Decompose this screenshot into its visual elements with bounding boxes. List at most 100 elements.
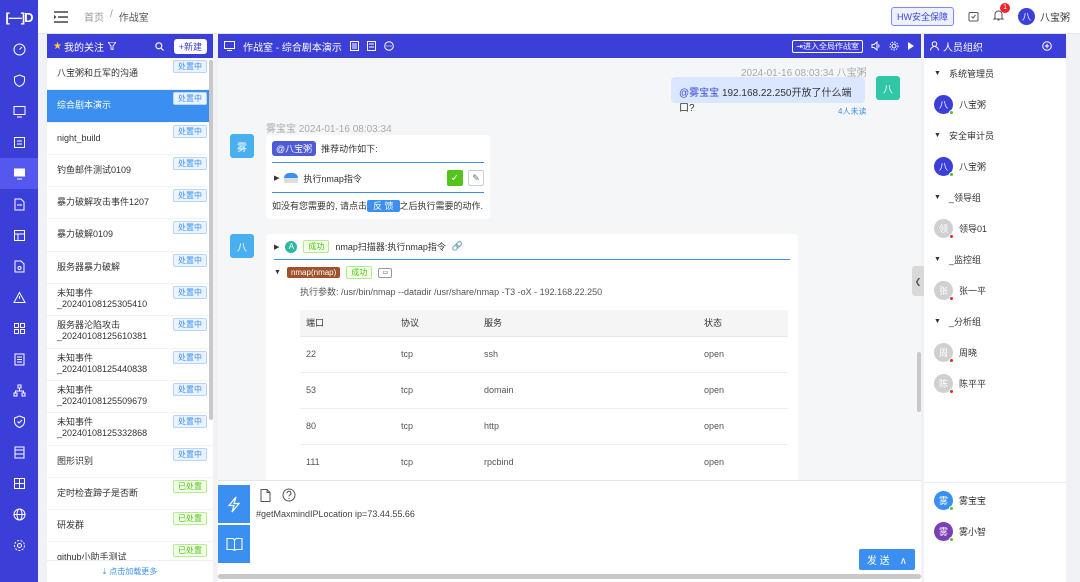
nav-item-settings[interactable]	[0, 530, 38, 561]
list-item[interactable]: 综合剧本演示 处置中	[47, 90, 213, 123]
collapse-panel-button[interactable]: ❮	[912, 266, 924, 296]
expand-arrow-icon[interactable]: ▶	[274, 243, 279, 251]
org-group[interactable]: ▼ _领导组	[924, 182, 1066, 213]
org-group[interactable]: ▼ 安全审计员	[924, 120, 1066, 151]
edit-icon[interactable]: ✎	[468, 170, 484, 186]
message-icon[interactable]: ▭	[378, 267, 393, 278]
member-item[interactable]: 陈 陈平平	[924, 368, 1066, 399]
member-item[interactable]: 八 八宝粥	[924, 89, 1066, 120]
task-check-icon[interactable]	[968, 11, 979, 22]
play-icon[interactable]	[907, 41, 915, 51]
list-item[interactable]: github小助手测试 已处置	[47, 542, 213, 560]
filter-icon[interactable]	[107, 42, 116, 50]
status-badge: 处置中	[173, 221, 207, 235]
org-group[interactable]: ▼ _分析组	[924, 306, 1066, 337]
volume-icon[interactable]	[871, 41, 881, 51]
chat-bubble-icon[interactable]	[384, 41, 394, 51]
lightning-icon	[227, 496, 241, 512]
nav-item-book[interactable]	[0, 437, 38, 468]
add-circle-icon[interactable]	[1042, 41, 1052, 51]
menu-toggle-icon[interactable]	[54, 10, 68, 23]
app-logo[interactable]: [—]D	[0, 0, 38, 34]
list-item[interactable]: 研发群 已处置	[47, 510, 213, 543]
list-item[interactable]: 暴力破解0109 处置中	[47, 219, 213, 252]
list-item[interactable]: 图形识别 处置中	[47, 446, 213, 478]
table-row: 22 tcp ssh open	[300, 336, 788, 373]
file-icon[interactable]	[260, 489, 271, 502]
list-item[interactable]: 未知事件_20240108125332868 处置中	[47, 413, 213, 446]
unread-count[interactable]: 4人未读	[838, 106, 866, 117]
nav-item-report[interactable]	[0, 344, 38, 375]
member-item[interactable]: 张 张一平	[924, 275, 1066, 306]
sender-avatar[interactable]: 八	[230, 234, 254, 258]
list-item[interactable]: night_build 处置中	[47, 123, 213, 155]
nav-item-globe[interactable]	[0, 499, 38, 530]
member-item[interactable]: 周 周晓	[924, 337, 1066, 368]
user-name[interactable]: 八宝粥	[1040, 9, 1070, 24]
caret-down-icon: ▼	[934, 132, 941, 139]
list-item[interactable]: 未知事件_20240108125440838 处置中	[47, 349, 213, 381]
member-item[interactable]: 雾 雾宝宝	[924, 485, 1066, 516]
org-group[interactable]: ▼ _监控组	[924, 244, 1066, 275]
playbook-button[interactable]	[218, 525, 250, 563]
collapse-arrow-icon[interactable]: ▼	[274, 269, 281, 276]
nav-item-warroom[interactable]	[0, 158, 38, 189]
app-tag: nmap(nmap)	[286, 267, 341, 278]
document-icon[interactable]	[349, 41, 359, 51]
chat-horizontal-scrollbar[interactable]	[218, 574, 921, 579]
sender-avatar[interactable]: 雾	[230, 134, 254, 158]
nav-item-shield[interactable]	[0, 65, 38, 96]
list-item[interactable]: 服务器沦陷攻击_20240108125610381 处置中	[47, 316, 213, 349]
list-item[interactable]: 未知事件_20240108125509679 处置中	[47, 381, 213, 414]
list-item[interactable]: 服务器暴力破解 处置中	[47, 252, 213, 285]
member-item[interactable]: 雾 雾小智	[924, 516, 1066, 547]
nav-item-file[interactable]	[0, 251, 38, 282]
member-item[interactable]: 八 八宝粥	[924, 151, 1066, 182]
link-icon[interactable]: 🔗	[452, 241, 463, 252]
nav-item-dashboard[interactable]	[0, 34, 38, 65]
nav-item-database[interactable]	[0, 468, 38, 499]
send-button[interactable]: 发 送 ∧	[858, 549, 915, 570]
nav-item-list[interactable]	[0, 127, 38, 158]
recommended-action[interactable]: 执行nmap指令	[303, 172, 362, 185]
nav-item-alert[interactable]	[0, 282, 38, 313]
enter-global-warroom-button[interactable]: ⇥进入全局作战室	[792, 39, 863, 53]
notification-count: 1	[1000, 3, 1010, 13]
message-mention[interactable]: @八宝粥	[272, 141, 317, 156]
chat-vertical-scrollbar[interactable]	[917, 352, 921, 412]
nav-item-grid[interactable]	[0, 313, 38, 344]
nav-item-org[interactable]	[0, 375, 38, 406]
sender-avatar[interactable]: 八	[876, 76, 900, 100]
list-item[interactable]: 未知事件_20240108125305410 处置中	[47, 284, 213, 317]
breadcrumb-home[interactable]: 首页	[84, 9, 104, 24]
notification-bell[interactable]: 1	[992, 3, 1010, 24]
chevron-up-icon[interactable]: ∧	[900, 556, 907, 567]
list-scrollbar[interactable]	[209, 60, 213, 420]
warroom-icon	[13, 168, 25, 180]
confirm-check-icon[interactable]: ✓	[447, 170, 463, 186]
nav-item-security[interactable]	[0, 406, 38, 437]
org-group[interactable]: ▼ 系统管理员	[924, 58, 1066, 89]
new-button[interactable]: +新建	[173, 38, 207, 54]
user-avatar[interactable]: 八	[1018, 8, 1035, 25]
message-mention[interactable]: @雾宝宝	[679, 88, 719, 99]
list-item[interactable]: 钓鱼邮件测试0109 处置中	[47, 155, 213, 188]
gear-icon[interactable]	[889, 41, 899, 51]
nav-item-document[interactable]	[0, 189, 38, 220]
hw-badge[interactable]: HW安全保障	[891, 7, 954, 26]
nav-item-table[interactable]	[0, 220, 38, 251]
message-input[interactable]: #getMaxmindIPLocation ip=73.44.55.66	[256, 509, 415, 519]
list-item[interactable]: 暴力破解攻击事件1207 处置中	[47, 187, 213, 220]
feedback-button[interactable]: 反 馈	[367, 200, 400, 212]
load-more-button[interactable]: ⤓ 点击加载更多	[47, 560, 213, 582]
table-cell: tcp	[395, 408, 478, 445]
quick-action-button[interactable]	[218, 485, 250, 523]
list-item[interactable]: 八宝粥和丘军的沟通 处置中	[47, 58, 213, 91]
search-icon[interactable]	[154, 41, 164, 51]
list-icon[interactable]	[366, 41, 376, 51]
list-item[interactable]: 定时检查蹄子是否断 已处置	[47, 478, 213, 511]
nav-item-monitor[interactable]	[0, 96, 38, 127]
member-item[interactable]: 领 领导01	[924, 213, 1066, 244]
expand-arrow-icon[interactable]: ▶	[274, 174, 279, 182]
help-icon[interactable]	[282, 488, 296, 502]
